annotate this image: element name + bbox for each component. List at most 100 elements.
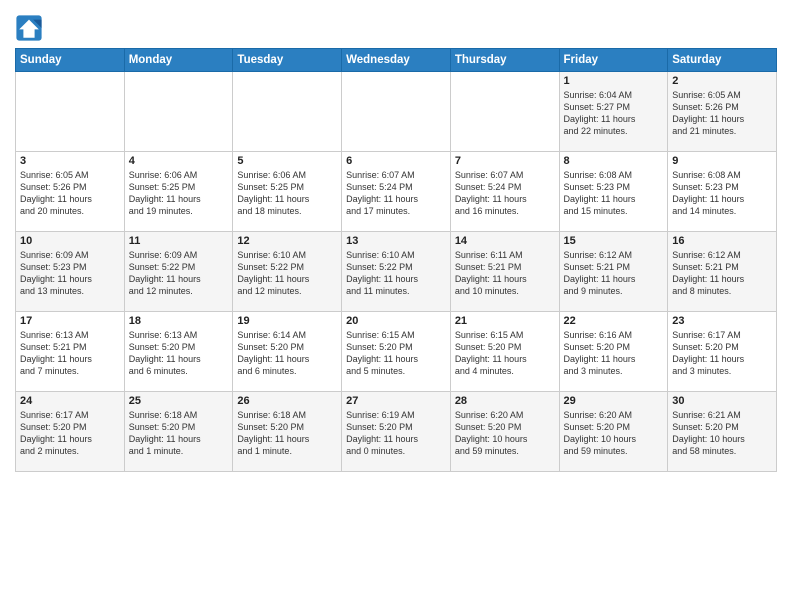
day-number: 15 bbox=[564, 235, 664, 247]
day-cell: 12 Sunrise: 6:10 AM Sunset: 5:22 PM Dayli… bbox=[233, 232, 342, 312]
page: SundayMondayTuesdayWednesdayThursdayFrid… bbox=[0, 0, 792, 612]
day-detail: Sunrise: 6:08 AM Sunset: 5:23 PM Dayligh… bbox=[672, 169, 772, 218]
day-cell bbox=[342, 72, 451, 152]
day-cell: 13 Sunrise: 6:10 AM Sunset: 5:22 PM Dayli… bbox=[342, 232, 451, 312]
day-detail: Sunrise: 6:08 AM Sunset: 5:23 PM Dayligh… bbox=[564, 169, 664, 218]
day-cell: 11Sunrise: 6:09 AM Sunset: 5:22 PM Dayli… bbox=[124, 232, 233, 312]
day-header-sunday: Sunday bbox=[16, 49, 125, 72]
week-row-0: 1 Sunrise: 6:04 AM Sunset: 5:27 PM Daylig… bbox=[16, 72, 777, 152]
day-header-friday: Friday bbox=[559, 49, 668, 72]
day-detail: Sunrise: 6:10 AM Sunset: 5:22 PM Dayligh… bbox=[237, 249, 337, 298]
day-number: 2 bbox=[672, 75, 772, 87]
day-cell: 7 Sunrise: 6:07 AM Sunset: 5:24 PM Daylig… bbox=[450, 152, 559, 232]
calendar-body: 1 Sunrise: 6:04 AM Sunset: 5:27 PM Daylig… bbox=[16, 72, 777, 472]
day-cell bbox=[124, 72, 233, 152]
day-cell: 5Sunrise: 6:06 AM Sunset: 5:25 PM Daylig… bbox=[233, 152, 342, 232]
day-header-tuesday: Tuesday bbox=[233, 49, 342, 72]
day-number: 9 bbox=[672, 155, 772, 167]
day-cell: 21 Sunrise: 6:15 AM Sunset: 5:20 PM Dayli… bbox=[450, 312, 559, 392]
day-detail: Sunrise: 6:07 AM Sunset: 5:24 PM Dayligh… bbox=[455, 169, 555, 218]
day-detail: Sunrise: 6:18 AM Sunset: 5:20 PM Dayligh… bbox=[237, 409, 337, 458]
day-number: 18 bbox=[129, 315, 229, 327]
day-cell bbox=[16, 72, 125, 152]
day-detail: Sunrise: 6:14 AM Sunset: 5:20 PM Dayligh… bbox=[237, 329, 337, 378]
day-detail: Sunrise: 6:12 AM Sunset: 5:21 PM Dayligh… bbox=[672, 249, 772, 298]
day-cell: 19Sunrise: 6:14 AM Sunset: 5:20 PM Dayli… bbox=[233, 312, 342, 392]
day-header-saturday: Saturday bbox=[668, 49, 777, 72]
day-cell bbox=[233, 72, 342, 152]
day-detail: Sunrise: 6:07 AM Sunset: 5:24 PM Dayligh… bbox=[346, 169, 446, 218]
header bbox=[15, 10, 777, 42]
day-detail: Sunrise: 6:18 AM Sunset: 5:20 PM Dayligh… bbox=[129, 409, 229, 458]
day-number: 27 bbox=[346, 395, 446, 407]
day-detail: Sunrise: 6:04 AM Sunset: 5:27 PM Dayligh… bbox=[564, 89, 664, 138]
day-number: 26 bbox=[237, 395, 337, 407]
day-header-thursday: Thursday bbox=[450, 49, 559, 72]
day-cell: 3 Sunrise: 6:05 AM Sunset: 5:26 PM Daylig… bbox=[16, 152, 125, 232]
day-detail: Sunrise: 6:19 AM Sunset: 5:20 PM Dayligh… bbox=[346, 409, 446, 458]
day-detail: Sunrise: 6:20 AM Sunset: 5:20 PM Dayligh… bbox=[455, 409, 555, 458]
header-row: SundayMondayTuesdayWednesdayThursdayFrid… bbox=[16, 49, 777, 72]
day-detail: Sunrise: 6:13 AM Sunset: 5:20 PM Dayligh… bbox=[129, 329, 229, 378]
day-cell: 8Sunrise: 6:08 AM Sunset: 5:23 PM Daylig… bbox=[559, 152, 668, 232]
logo bbox=[15, 14, 47, 42]
day-cell: 6 Sunrise: 6:07 AM Sunset: 5:24 PM Daylig… bbox=[342, 152, 451, 232]
day-number: 30 bbox=[672, 395, 772, 407]
day-detail: Sunrise: 6:11 AM Sunset: 5:21 PM Dayligh… bbox=[455, 249, 555, 298]
day-number: 28 bbox=[455, 395, 555, 407]
day-header-wednesday: Wednesday bbox=[342, 49, 451, 72]
logo-icon bbox=[15, 14, 43, 42]
day-detail: Sunrise: 6:10 AM Sunset: 5:22 PM Dayligh… bbox=[346, 249, 446, 298]
day-cell: 10Sunrise: 6:09 AM Sunset: 5:23 PM Dayli… bbox=[16, 232, 125, 312]
day-cell: 16Sunrise: 6:12 AM Sunset: 5:21 PM Dayli… bbox=[668, 232, 777, 312]
day-cell: 15Sunrise: 6:12 AM Sunset: 5:21 PM Dayli… bbox=[559, 232, 668, 312]
day-number: 13 bbox=[346, 235, 446, 247]
day-header-monday: Monday bbox=[124, 49, 233, 72]
day-number: 24 bbox=[20, 395, 120, 407]
day-number: 12 bbox=[237, 235, 337, 247]
day-number: 6 bbox=[346, 155, 446, 167]
day-cell: 1 Sunrise: 6:04 AM Sunset: 5:27 PM Daylig… bbox=[559, 72, 668, 152]
day-cell: 4 Sunrise: 6:06 AM Sunset: 5:25 PM Daylig… bbox=[124, 152, 233, 232]
calendar-table: SundayMondayTuesdayWednesdayThursdayFrid… bbox=[15, 48, 777, 472]
week-row-1: 3 Sunrise: 6:05 AM Sunset: 5:26 PM Daylig… bbox=[16, 152, 777, 232]
day-number: 3 bbox=[20, 155, 120, 167]
day-cell: 24 Sunrise: 6:17 AM Sunset: 5:20 PM Dayli… bbox=[16, 392, 125, 472]
day-cell: 18 Sunrise: 6:13 AM Sunset: 5:20 PM Dayli… bbox=[124, 312, 233, 392]
calendar-header: SundayMondayTuesdayWednesdayThursdayFrid… bbox=[16, 49, 777, 72]
day-number: 21 bbox=[455, 315, 555, 327]
day-detail: Sunrise: 6:13 AM Sunset: 5:21 PM Dayligh… bbox=[20, 329, 120, 378]
day-cell: 28 Sunrise: 6:20 AM Sunset: 5:20 PM Dayli… bbox=[450, 392, 559, 472]
day-cell: 17 Sunrise: 6:13 AM Sunset: 5:21 PM Dayli… bbox=[16, 312, 125, 392]
day-number: 25 bbox=[129, 395, 229, 407]
day-number: 1 bbox=[564, 75, 664, 87]
week-row-3: 17 Sunrise: 6:13 AM Sunset: 5:21 PM Dayli… bbox=[16, 312, 777, 392]
day-cell: 29Sunrise: 6:20 AM Sunset: 5:20 PM Dayli… bbox=[559, 392, 668, 472]
day-number: 7 bbox=[455, 155, 555, 167]
day-number: 29 bbox=[564, 395, 664, 407]
day-detail: Sunrise: 6:05 AM Sunset: 5:26 PM Dayligh… bbox=[20, 169, 120, 218]
day-cell: 25 Sunrise: 6:18 AM Sunset: 5:20 PM Dayli… bbox=[124, 392, 233, 472]
day-number: 17 bbox=[20, 315, 120, 327]
day-cell: 9 Sunrise: 6:08 AM Sunset: 5:23 PM Daylig… bbox=[668, 152, 777, 232]
week-row-2: 10Sunrise: 6:09 AM Sunset: 5:23 PM Dayli… bbox=[16, 232, 777, 312]
day-detail: Sunrise: 6:17 AM Sunset: 5:20 PM Dayligh… bbox=[672, 329, 772, 378]
day-detail: Sunrise: 6:15 AM Sunset: 5:20 PM Dayligh… bbox=[346, 329, 446, 378]
day-number: 20 bbox=[346, 315, 446, 327]
day-detail: Sunrise: 6:15 AM Sunset: 5:20 PM Dayligh… bbox=[455, 329, 555, 378]
day-cell: 26 Sunrise: 6:18 AM Sunset: 5:20 PM Dayli… bbox=[233, 392, 342, 472]
day-detail: Sunrise: 6:05 AM Sunset: 5:26 PM Dayligh… bbox=[672, 89, 772, 138]
day-detail: Sunrise: 6:17 AM Sunset: 5:20 PM Dayligh… bbox=[20, 409, 120, 458]
day-cell: 20 Sunrise: 6:15 AM Sunset: 5:20 PM Dayli… bbox=[342, 312, 451, 392]
day-detail: Sunrise: 6:06 AM Sunset: 5:25 PM Dayligh… bbox=[129, 169, 229, 218]
day-cell: 22Sunrise: 6:16 AM Sunset: 5:20 PM Dayli… bbox=[559, 312, 668, 392]
day-number: 10 bbox=[20, 235, 120, 247]
day-number: 11 bbox=[129, 235, 229, 247]
day-number: 4 bbox=[129, 155, 229, 167]
day-number: 23 bbox=[672, 315, 772, 327]
day-cell: 30Sunrise: 6:21 AM Sunset: 5:20 PM Dayli… bbox=[668, 392, 777, 472]
day-detail: Sunrise: 6:16 AM Sunset: 5:20 PM Dayligh… bbox=[564, 329, 664, 378]
day-cell: 14Sunrise: 6:11 AM Sunset: 5:21 PM Dayli… bbox=[450, 232, 559, 312]
day-cell: 27 Sunrise: 6:19 AM Sunset: 5:20 PM Dayli… bbox=[342, 392, 451, 472]
day-cell: 2 Sunrise: 6:05 AM Sunset: 5:26 PM Daylig… bbox=[668, 72, 777, 152]
